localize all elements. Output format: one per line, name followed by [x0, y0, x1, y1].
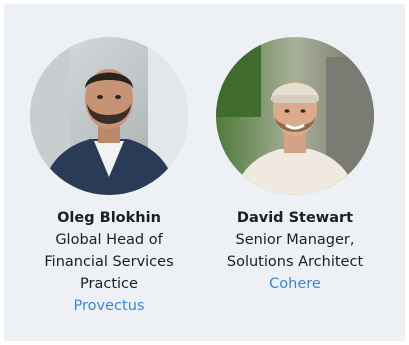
speaker-card-oleg-blokhin: Oleg Blokhin Global Head of Financial Se…	[19, 37, 199, 317]
speaker-title-line: Global Head of	[55, 232, 163, 248]
avatar-oleg-blokhin	[30, 37, 188, 195]
speaker-name: Oleg Blokhin	[57, 210, 161, 226]
speaker-title-line: Solutions Architect	[226, 254, 364, 270]
speakers-card: Oleg Blokhin Global Head of Financial Se…	[4, 4, 405, 341]
speaker-card-david-stewart: David Stewart Senior Manager, Solutions …	[205, 37, 385, 295]
speaker-title-line: Practice	[80, 276, 138, 292]
speaker-name: David Stewart	[236, 210, 354, 226]
company-link-cohere[interactable]: Cohere	[269, 273, 321, 295]
speaker-title-line: Financial Services	[44, 254, 174, 270]
speaker-title-line: Senior Manager,	[235, 232, 355, 248]
company-link-provectus[interactable]: Provectus	[74, 295, 145, 317]
avatar-david-stewart	[216, 37, 374, 195]
